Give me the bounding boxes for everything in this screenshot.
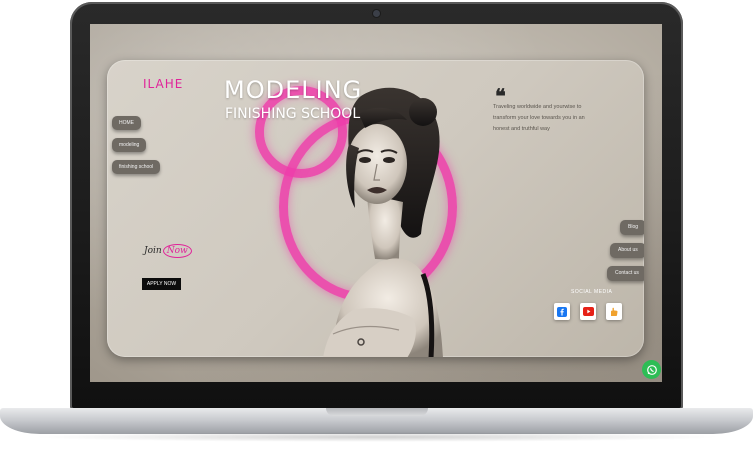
- laptop-screen: ILAHE MODELING FINISHING SCHOOL HOME mod…: [90, 24, 662, 382]
- join-now-text[interactable]: Join Now: [144, 244, 192, 258]
- site-logo[interactable]: ILAHE: [143, 77, 183, 91]
- laptop-shadow: [30, 432, 723, 442]
- join-now-highlight: Now: [162, 244, 192, 258]
- apply-now-button[interactable]: APPLY NOW: [142, 278, 181, 290]
- facebook-icon[interactable]: [554, 303, 570, 320]
- nav-modeling-button[interactable]: modeling: [112, 138, 147, 152]
- nav-home-button[interactable]: HOME: [112, 116, 141, 130]
- contact-us-button[interactable]: Contact us: [607, 266, 644, 281]
- quote-text: Traveling worldwide and yourwise to tran…: [493, 104, 585, 132]
- blog-button[interactable]: Blog: [620, 220, 644, 235]
- hero-title: MODELING: [224, 76, 363, 104]
- social-media-title: SOCIAL MEDIA: [571, 289, 613, 295]
- nav-finishing-school-button[interactable]: finishing school: [112, 160, 161, 174]
- join-prefix: Join: [144, 246, 162, 256]
- whatsapp-icon[interactable]: [642, 360, 661, 379]
- model-portrait: [323, 87, 443, 357]
- hero-card: ILAHE MODELING FINISHING SCHOOL HOME mod…: [107, 60, 644, 357]
- youtube-icon[interactable]: [580, 303, 596, 320]
- laptop-base-notch: [326, 408, 428, 416]
- hand-icon[interactable]: [606, 303, 622, 320]
- about-us-button[interactable]: About us: [610, 243, 644, 258]
- hero-subtitle: FINISHING SCHOOL: [225, 106, 361, 122]
- laptop-mockup: ILAHE MODELING FINISHING SCHOOL HOME mod…: [0, 0, 753, 450]
- webcam: [373, 10, 380, 17]
